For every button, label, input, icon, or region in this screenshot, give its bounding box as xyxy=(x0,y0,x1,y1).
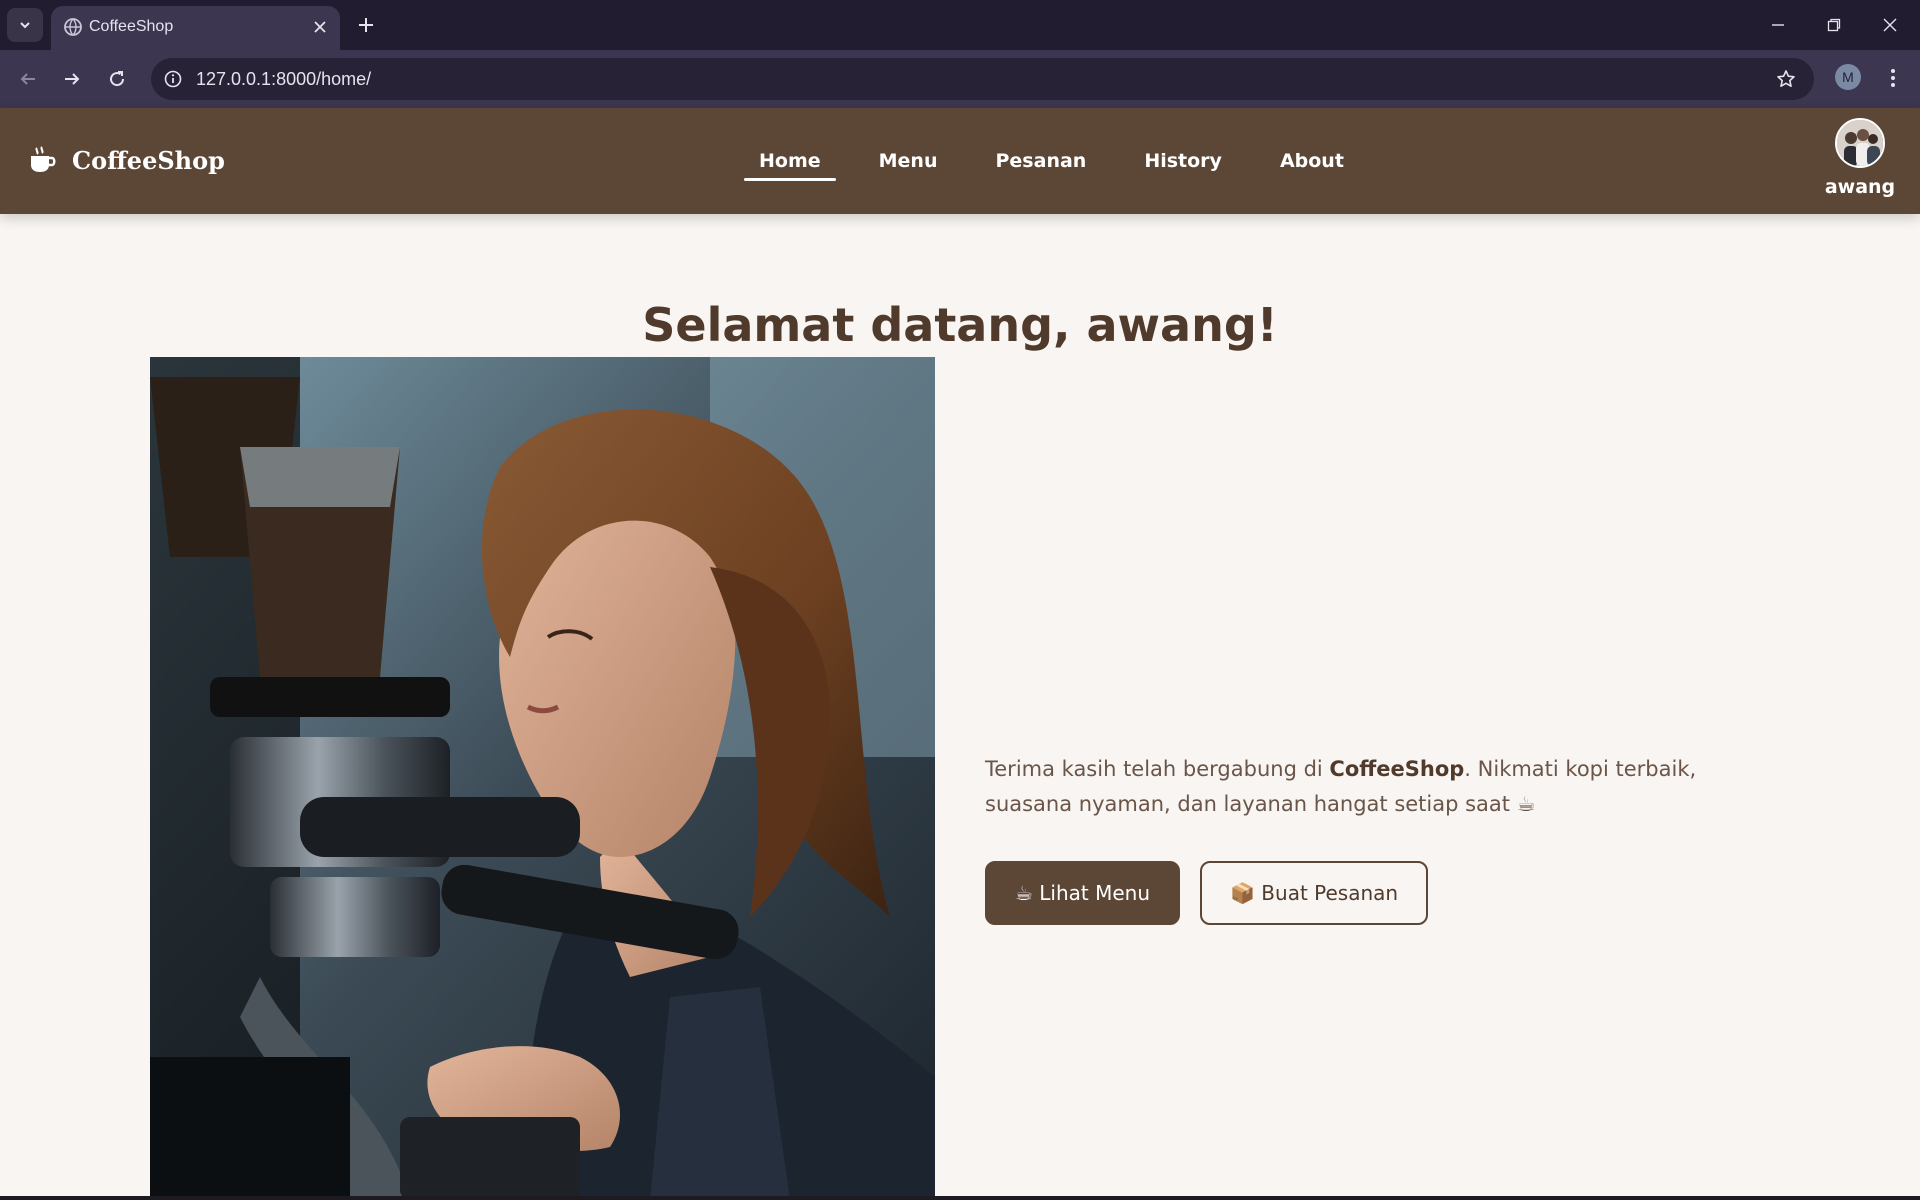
arrow-right-icon xyxy=(65,73,80,85)
tab-search-button[interactable] xyxy=(7,8,43,42)
close-window-button[interactable] xyxy=(1862,0,1918,50)
brand-logo[interactable]: CoffeeShop xyxy=(28,145,225,175)
username-label: awang xyxy=(1824,176,1896,198)
site-info-button[interactable] xyxy=(161,67,185,91)
hero-description: Terima kasih telah bergabung di CoffeeSh… xyxy=(985,752,1745,822)
browser-menu-button[interactable] xyxy=(1881,62,1905,94)
coffee-cup-icon xyxy=(31,146,56,172)
hero-text-brand: CoffeeShop xyxy=(1329,757,1465,781)
nav-link-home[interactable]: Home xyxy=(730,108,850,214)
avatar[interactable] xyxy=(1835,118,1885,168)
close-icon xyxy=(314,21,326,33)
reload-icon xyxy=(110,71,125,87)
nav-link-menu[interactable]: Menu xyxy=(850,108,967,214)
nav-links: Home Menu Pesanan History About xyxy=(730,108,1373,214)
cta-buttons: ☕ Lihat Menu 📦 Buat Pesanan xyxy=(985,861,1429,925)
bookmark-button[interactable] xyxy=(1774,67,1798,91)
minimize-button[interactable] xyxy=(1750,0,1806,50)
browser-tab[interactable]: CoffeeShop xyxy=(51,6,340,50)
close-icon xyxy=(1883,18,1897,32)
minimize-icon xyxy=(1772,24,1784,26)
restore-button[interactable] xyxy=(1806,0,1862,50)
site-navbar: CoffeeShop Home Menu Pesanan History Abo… xyxy=(0,108,1920,214)
more-vertical-icon xyxy=(1891,69,1895,87)
globe-icon xyxy=(64,18,82,36)
restore-icon xyxy=(1827,18,1841,32)
barista-illustration xyxy=(150,357,935,1200)
nav-link-pesanan[interactable]: Pesanan xyxy=(967,108,1116,214)
profile-button[interactable]: M xyxy=(1835,64,1861,90)
star-icon xyxy=(1777,70,1795,87)
browser-tabbar: CoffeeShop xyxy=(0,0,1920,50)
browser-toolbar: 127.0.0.1:8000/home/ M xyxy=(0,50,1920,108)
user-menu[interactable]: awang xyxy=(1820,118,1900,198)
brand-name: CoffeeShop xyxy=(72,145,225,175)
new-tab-button[interactable] xyxy=(352,11,380,39)
nav-link-about[interactable]: About xyxy=(1251,108,1373,214)
chevron-down-icon xyxy=(20,22,30,29)
tab-title: CoffeeShop xyxy=(89,18,174,35)
plus-icon xyxy=(359,18,373,32)
page-title: Selamat datang, awang! xyxy=(642,298,1278,352)
create-order-button[interactable]: 📦 Buat Pesanan xyxy=(1200,861,1429,925)
arrow-left-icon xyxy=(20,73,35,85)
nav-link-history[interactable]: History xyxy=(1115,108,1251,214)
view-menu-button[interactable]: ☕ Lihat Menu xyxy=(985,861,1181,925)
reload-button[interactable] xyxy=(100,62,134,96)
tab-close-button[interactable] xyxy=(308,15,332,39)
avatar-photo xyxy=(1837,120,1883,166)
back-button[interactable] xyxy=(11,62,45,96)
barista-photo xyxy=(150,357,935,1200)
url-text: 127.0.0.1:8000/home/ xyxy=(196,69,372,89)
taskbar-edge xyxy=(0,1196,1920,1200)
url-bar[interactable]: 127.0.0.1:8000/home/ xyxy=(151,58,1814,100)
info-icon xyxy=(164,70,182,88)
forward-button[interactable] xyxy=(55,62,89,96)
hero-text-before: Terima kasih telah bergabung di xyxy=(985,757,1330,781)
